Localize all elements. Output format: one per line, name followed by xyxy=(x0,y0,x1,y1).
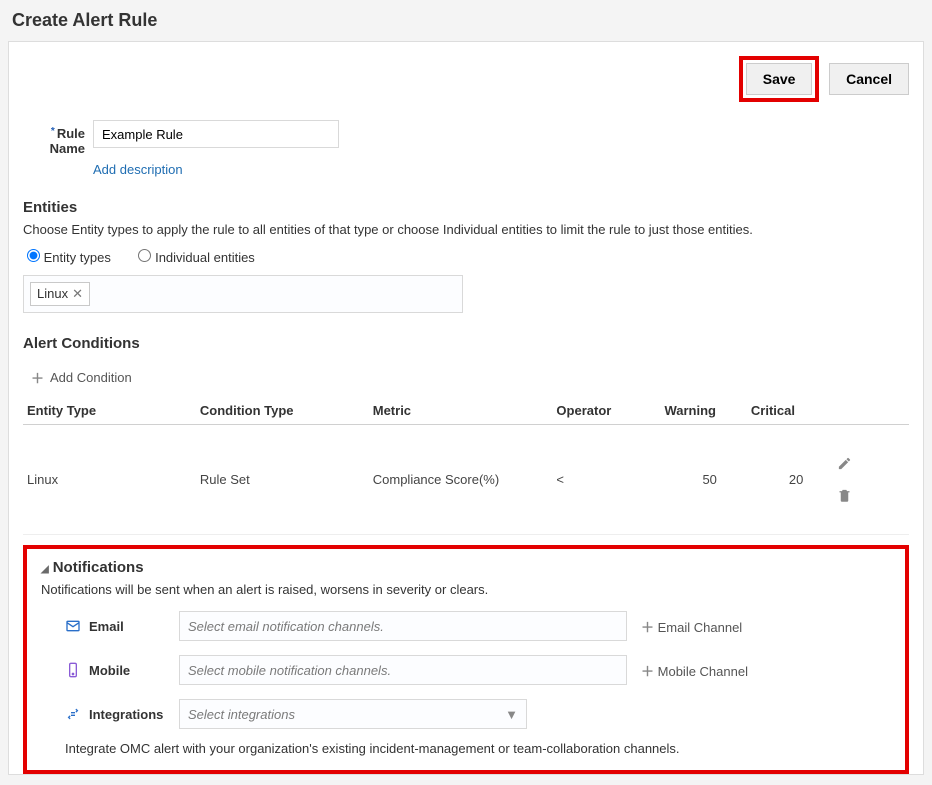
rule-name-label: *Rule Name xyxy=(23,120,93,156)
col-critical: Critical xyxy=(747,397,833,425)
add-description-row: Add description xyxy=(23,162,909,177)
action-bar: Save Cancel xyxy=(23,56,909,102)
notifications-heading: ◢Notifications xyxy=(41,559,891,576)
cell-critical: 20 xyxy=(747,425,833,535)
plus-icon: ＋ xyxy=(31,368,44,387)
email-icon xyxy=(65,618,81,634)
radio-individual-input[interactable] xyxy=(138,249,151,262)
radio-individual-entities[interactable]: Individual entities xyxy=(138,250,254,265)
cell-operator: < xyxy=(552,425,660,535)
collapse-icon[interactable]: ◢ xyxy=(41,564,49,575)
conditions-table: Entity Type Condition Type Metric Operat… xyxy=(23,397,909,535)
mobile-channels-input[interactable]: Select mobile notification channels. xyxy=(179,655,627,685)
integrations-icon xyxy=(65,706,81,722)
add-condition-button[interactable]: ＋ Add Condition xyxy=(31,368,132,387)
integrations-row: Integrations Select integrations ▼ xyxy=(65,699,891,729)
notifications-desc: Notifications will be sent when an alert… xyxy=(41,582,891,597)
email-label: Email xyxy=(65,618,179,634)
cell-row-actions xyxy=(833,425,909,535)
entities-heading: Entities xyxy=(23,199,909,216)
rule-name-row: *Rule Name xyxy=(23,120,909,156)
entity-token-linux: Linux ✕ xyxy=(30,282,90,306)
save-button[interactable]: Save xyxy=(746,63,813,95)
entity-types-field[interactable]: Linux ✕ xyxy=(23,275,463,313)
entities-desc: Choose Entity types to apply the rule to… xyxy=(23,222,909,237)
radio-entity-types-input[interactable] xyxy=(27,249,40,262)
notifications-section: ◢Notifications Notifications will be sen… xyxy=(23,545,909,774)
cancel-button[interactable]: Cancel xyxy=(829,63,909,95)
radio-individual-label: Individual entities xyxy=(155,250,255,265)
entity-scope-radios: Entity types Individual entities xyxy=(27,249,909,265)
col-metric: Metric xyxy=(369,397,553,425)
delete-icon[interactable] xyxy=(837,471,905,520)
col-warning: Warning xyxy=(660,397,746,425)
entity-token-label: Linux xyxy=(37,286,68,301)
email-channels-input[interactable]: Select email notification channels. xyxy=(179,611,627,641)
rule-name-input[interactable] xyxy=(93,120,339,148)
col-entity-type: Entity Type xyxy=(23,397,196,425)
integrations-select[interactable]: Select integrations ▼ xyxy=(179,699,527,729)
mobile-label: Mobile xyxy=(65,662,179,678)
email-placeholder: Select email notification channels. xyxy=(188,619,384,634)
add-email-channel[interactable]: ＋ Email Channel xyxy=(641,617,742,636)
plus-icon: ＋ xyxy=(641,664,654,679)
cell-warning: 50 xyxy=(660,425,746,535)
radio-entity-types-label: Entity types xyxy=(44,250,111,265)
cell-entity-type: Linux xyxy=(23,425,196,535)
chevron-down-icon: ▼ xyxy=(505,707,518,722)
integrations-label: Integrations xyxy=(65,706,179,722)
mobile-row: Mobile Select mobile notification channe… xyxy=(65,655,891,685)
cell-condition-type: Rule Set xyxy=(196,425,369,535)
save-highlight: Save xyxy=(739,56,820,102)
condition-row: Linux Rule Set Compliance Score(%) < 50 … xyxy=(23,425,909,535)
main-panel: Save Cancel *Rule Name Add description E… xyxy=(8,41,924,775)
radio-entity-types[interactable]: Entity types xyxy=(27,250,114,265)
conditions-heading: Alert Conditions xyxy=(23,335,909,352)
mobile-icon xyxy=(65,662,81,678)
email-row: Email Select email notification channels… xyxy=(65,611,891,641)
add-mobile-channel[interactable]: ＋ Mobile Channel xyxy=(641,661,748,680)
col-operator: Operator xyxy=(552,397,660,425)
entity-token-remove[interactable]: ✕ xyxy=(72,286,83,301)
cell-metric: Compliance Score(%) xyxy=(369,425,553,535)
integrations-note: Integrate OMC alert with your organizati… xyxy=(65,741,891,756)
add-condition-label: Add Condition xyxy=(50,370,132,385)
page-title: Create Alert Rule xyxy=(0,0,932,41)
mobile-placeholder: Select mobile notification channels. xyxy=(188,663,391,678)
plus-icon: ＋ xyxy=(641,620,654,635)
required-marker: * xyxy=(51,126,55,137)
col-condition-type: Condition Type xyxy=(196,397,369,425)
add-description-link[interactable]: Add description xyxy=(93,162,183,177)
integrations-placeholder: Select integrations xyxy=(188,707,295,722)
conditions-header-row: Entity Type Condition Type Metric Operat… xyxy=(23,397,909,425)
